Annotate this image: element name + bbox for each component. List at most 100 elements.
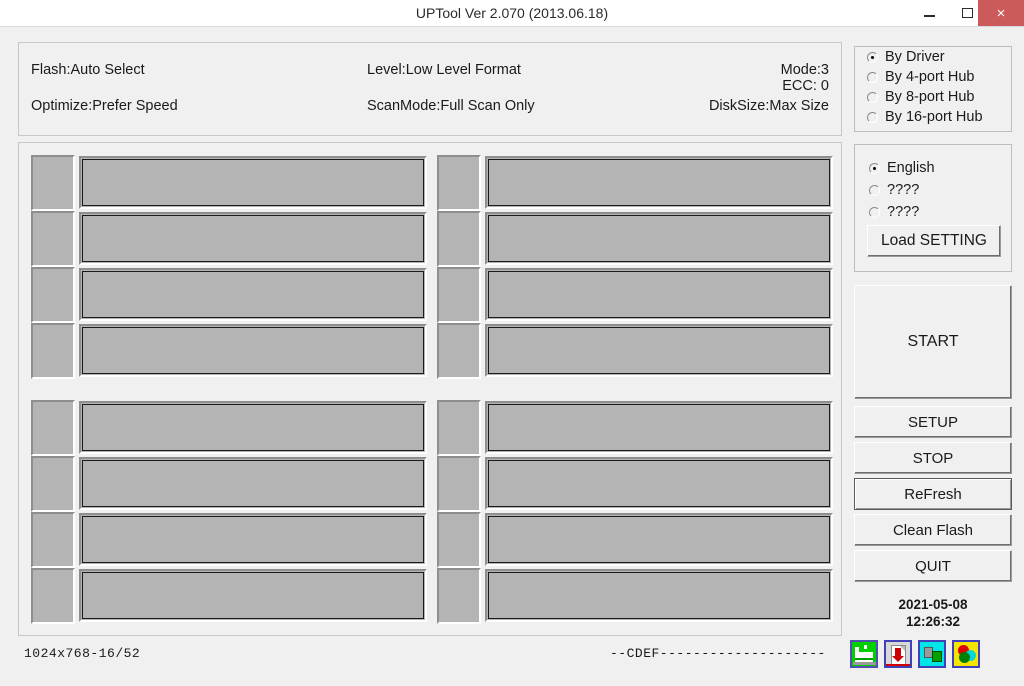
device-slot-status-bar[interactable] bbox=[485, 156, 833, 209]
radio-button-icon[interactable] bbox=[867, 71, 878, 83]
clock-time: 12:26:32 bbox=[905, 614, 961, 629]
factory-base-icon bbox=[853, 662, 876, 665]
language-list: English???????? bbox=[855, 157, 1011, 223]
close-button[interactable]: × bbox=[978, 0, 1024, 26]
factory-icon[interactable] bbox=[850, 640, 878, 668]
ecc-label: ECC: 0 bbox=[782, 78, 829, 94]
device-slot-row bbox=[31, 400, 427, 456]
settings-row-1: Flash:Auto Select Level:Low Level Format… bbox=[19, 59, 841, 81]
device-slot-group bbox=[437, 400, 833, 624]
device-slot-row bbox=[437, 267, 833, 323]
down-arrow-icon bbox=[892, 648, 904, 662]
device-slot-status-bar[interactable] bbox=[485, 268, 833, 321]
device-slot-status-bar[interactable] bbox=[485, 212, 833, 265]
device-slot-index-box[interactable] bbox=[31, 211, 75, 267]
flash-chip-icon[interactable] bbox=[918, 640, 946, 668]
device-slot-status-bar[interactable] bbox=[79, 457, 427, 510]
device-slot-row bbox=[437, 155, 833, 211]
device-slot-index-box[interactable] bbox=[437, 400, 481, 456]
minimize-icon bbox=[923, 15, 935, 17]
language-option-0[interactable]: English bbox=[869, 157, 1011, 179]
device-slot-index-box[interactable] bbox=[437, 267, 481, 323]
connection-mode-option-label: By 4-port Hub bbox=[885, 69, 975, 85]
device-slot-index-box[interactable] bbox=[31, 512, 75, 568]
device-slot-status-bar[interactable] bbox=[79, 324, 427, 377]
device-slot-status-bar[interactable] bbox=[485, 401, 833, 454]
disksize-label: DiskSize:Max Size bbox=[708, 98, 829, 114]
device-slot-index-box[interactable] bbox=[31, 400, 75, 456]
tray-icon-bar bbox=[850, 640, 1016, 670]
device-slot-row bbox=[437, 323, 833, 379]
device-slot-status-bar[interactable] bbox=[79, 156, 427, 209]
device-slot-index-box[interactable] bbox=[31, 155, 75, 211]
clean-flash-button[interactable]: Clean Flash bbox=[854, 514, 1012, 546]
connection-mode-option-label: By 8-port Hub bbox=[885, 89, 975, 105]
maximize-icon bbox=[961, 8, 973, 18]
status-drive-letters: --CDEF-------------------- bbox=[610, 646, 826, 661]
device-slot-index-box[interactable] bbox=[437, 456, 481, 512]
radio-button-icon[interactable] bbox=[867, 51, 878, 63]
connection-mode-option-label: By 16-port Hub bbox=[885, 109, 983, 125]
radio-button-icon[interactable] bbox=[869, 206, 880, 218]
device-slot-status-bar[interactable] bbox=[485, 569, 833, 622]
device-slot-status-bar[interactable] bbox=[79, 401, 427, 454]
refresh-button[interactable]: ReFresh bbox=[854, 478, 1012, 510]
connection-mode-option-3[interactable]: By 16-port Hub bbox=[867, 107, 1011, 127]
device-slot-group bbox=[31, 155, 427, 379]
device-slot-index-box[interactable] bbox=[31, 267, 75, 323]
device-slot-row bbox=[31, 456, 427, 512]
chip-2-icon bbox=[932, 651, 942, 662]
clock-date: 2021-05-08 bbox=[898, 597, 968, 612]
radio-button-icon[interactable] bbox=[867, 91, 878, 103]
connection-mode-option-2[interactable]: By 8-port Hub bbox=[867, 87, 1011, 107]
device-slot-row bbox=[31, 211, 427, 267]
device-slot-status-bar[interactable] bbox=[485, 457, 833, 510]
device-slot-index-box[interactable] bbox=[437, 155, 481, 211]
setup-button[interactable]: SETUP bbox=[854, 406, 1012, 438]
radio-button-icon[interactable] bbox=[867, 111, 878, 123]
device-slot-status-bar[interactable] bbox=[79, 569, 427, 622]
close-icon: × bbox=[996, 4, 1006, 22]
device-slot-status-bar[interactable] bbox=[485, 324, 833, 377]
green-circle-icon bbox=[959, 652, 970, 663]
device-slot-index-box[interactable] bbox=[437, 211, 481, 267]
radio-button-icon[interactable] bbox=[869, 184, 880, 196]
device-slot-status-bar[interactable] bbox=[79, 212, 427, 265]
language-option-2[interactable]: ???? bbox=[869, 201, 1011, 223]
device-slot-index-box[interactable] bbox=[437, 512, 481, 568]
device-slot-status-bar[interactable] bbox=[485, 513, 833, 566]
device-slot-row bbox=[31, 323, 427, 379]
settings-summary-panel: Flash:Auto Select Level:Low Level Format… bbox=[18, 42, 842, 136]
start-button[interactable]: START bbox=[854, 285, 1012, 399]
connection-mode-option-1[interactable]: By 4-port Hub bbox=[867, 67, 1011, 87]
device-slot-status-bar[interactable] bbox=[79, 513, 427, 566]
device-column-right bbox=[437, 155, 833, 624]
color-circles-icon[interactable] bbox=[952, 640, 980, 668]
radio-button-icon[interactable] bbox=[869, 162, 880, 174]
device-slot-index-box[interactable] bbox=[31, 456, 75, 512]
quit-button[interactable]: QUIT bbox=[854, 550, 1012, 582]
device-slot-row bbox=[437, 456, 833, 512]
load-setting-button[interactable]: Load SETTING bbox=[867, 225, 1001, 257]
optimize-label: Optimize:Prefer Speed bbox=[31, 98, 178, 114]
device-slot-group bbox=[31, 400, 427, 624]
connection-mode-group: By Driver By 4-port Hub By 8-port Hub By 16… bbox=[854, 46, 1012, 132]
language-option-label: ???? bbox=[887, 204, 920, 220]
device-slot-panel bbox=[18, 142, 842, 636]
status-bar: 1024x768-16/52 --CDEF-------------------… bbox=[18, 642, 842, 670]
download-document-icon[interactable] bbox=[884, 640, 912, 668]
device-slot-index-box[interactable] bbox=[437, 568, 481, 624]
device-slot-row bbox=[437, 400, 833, 456]
language-option-1[interactable]: ???? bbox=[869, 179, 1011, 201]
stop-button[interactable]: STOP bbox=[854, 442, 1012, 474]
device-slot-row bbox=[31, 512, 427, 568]
device-slot-index-box[interactable] bbox=[31, 323, 75, 379]
device-slot-row bbox=[31, 568, 427, 624]
device-slot-index-box[interactable] bbox=[31, 568, 75, 624]
title-bar: UPTool Ver 2.070 (2013.06.18) × bbox=[0, 0, 1024, 27]
device-slot-index-box[interactable] bbox=[437, 323, 481, 379]
device-slot-status-bar[interactable] bbox=[79, 268, 427, 321]
device-slot-row bbox=[437, 568, 833, 624]
minimize-button[interactable] bbox=[910, 0, 948, 26]
connection-mode-option-0[interactable]: By Driver bbox=[867, 47, 1011, 67]
